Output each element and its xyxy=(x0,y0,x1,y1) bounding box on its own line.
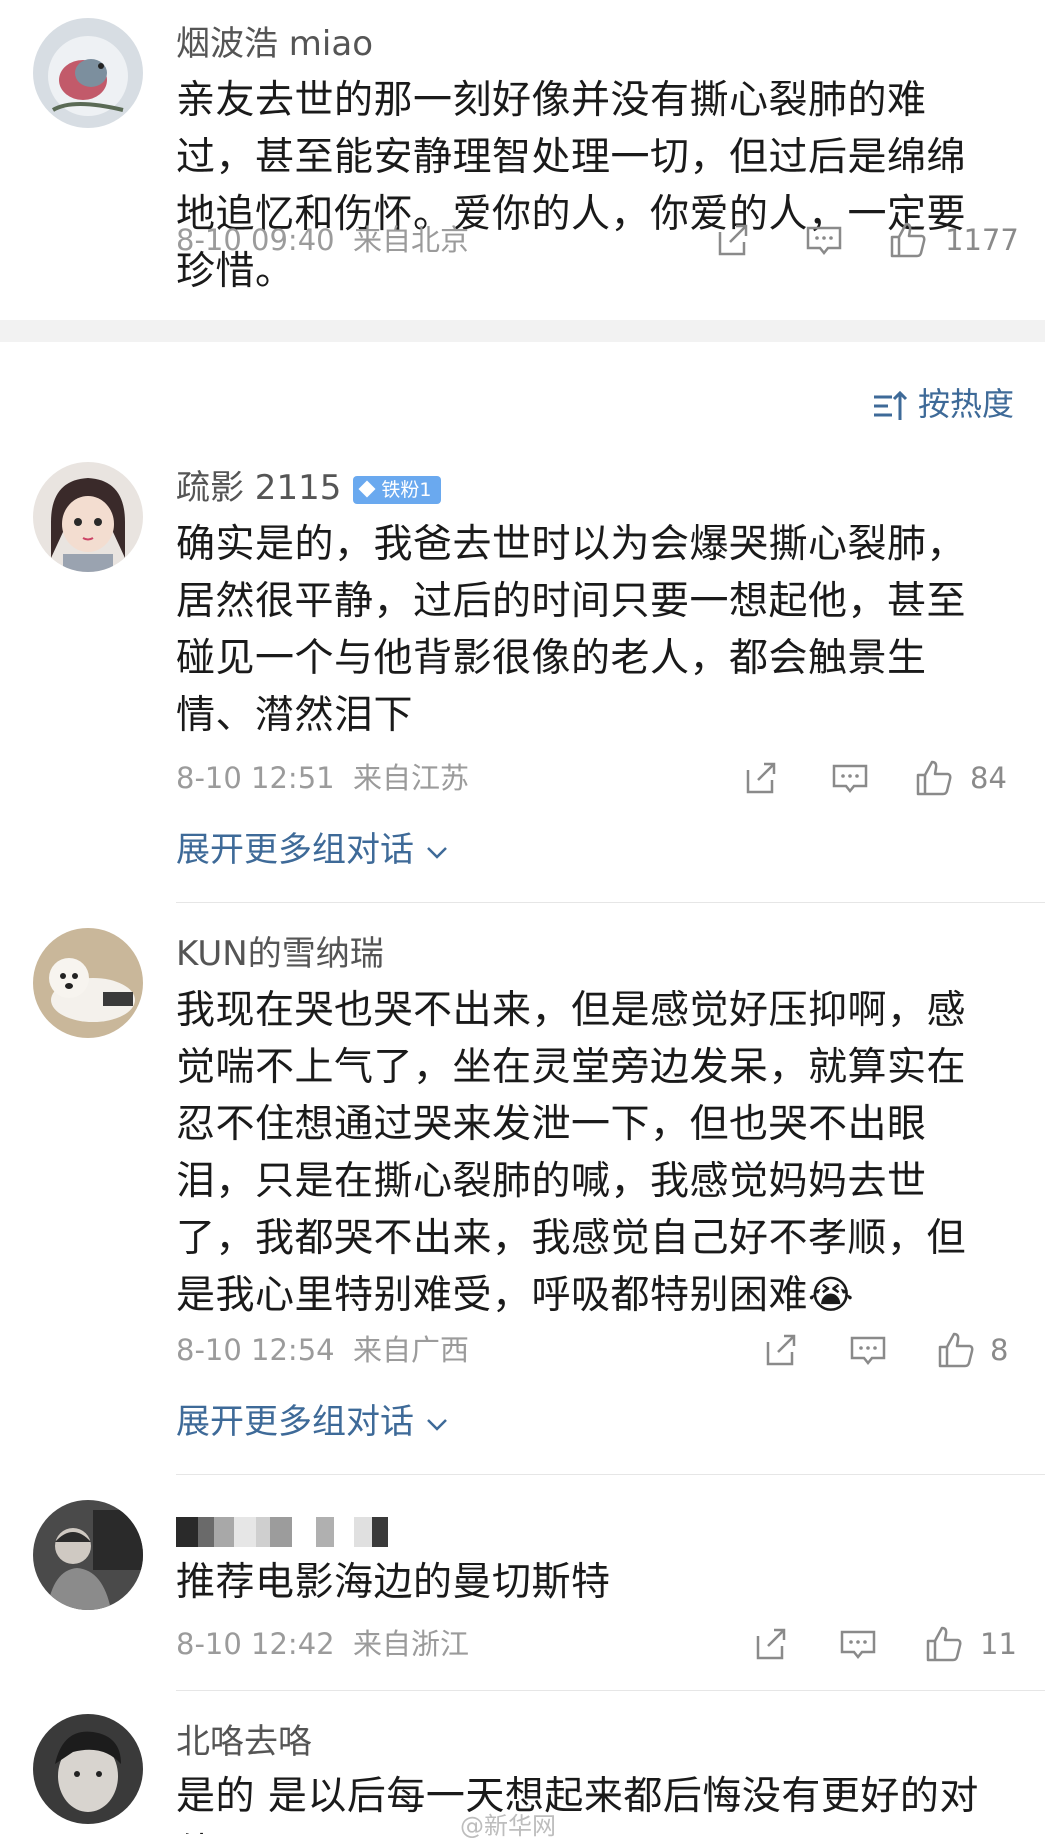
comment-icon[interactable] xyxy=(830,758,870,798)
timestamp: 8-10 09:40 xyxy=(176,223,335,257)
avatar[interactable] xyxy=(33,18,143,128)
user-name-pixelated[interactable] xyxy=(176,1508,388,1552)
timestamp: 8-10 12:42 xyxy=(176,1627,335,1661)
user-name-text: 疏影 2115 xyxy=(176,468,342,508)
avatar[interactable] xyxy=(33,1500,143,1610)
diamond-icon xyxy=(358,480,376,498)
share-icon[interactable] xyxy=(740,758,780,798)
comment-divider xyxy=(176,902,1045,903)
location: 来自北京 xyxy=(353,223,470,257)
avatar[interactable] xyxy=(33,1714,143,1824)
watermark: @新华网 xyxy=(460,1812,556,1840)
share-icon[interactable] xyxy=(760,1330,800,1370)
crying-emoji-icon: 😭 xyxy=(808,1273,855,1318)
chevron-down-icon xyxy=(427,1418,447,1431)
like-count: 11 xyxy=(980,1627,1017,1661)
chevron-down-icon xyxy=(427,846,447,859)
comment-icon[interactable] xyxy=(804,220,844,260)
user-name[interactable]: 疏影 2115 铁粉1 xyxy=(176,466,442,510)
share-icon[interactable] xyxy=(712,220,752,260)
fan-badge: 铁粉1 xyxy=(353,475,442,504)
comment-text-content: 我现在哭也哭不出来，但是感觉好压抑啊，感觉喘不上气了，坐在灵堂旁边发呆，就算实在… xyxy=(176,988,967,1318)
like-icon[interactable] xyxy=(888,220,928,260)
user-name[interactable]: 烟波浩 miao xyxy=(176,22,373,66)
user-name[interactable]: 北咯去咯 xyxy=(176,1720,312,1764)
comment-meta: 8-10 09:40 来自北京 xyxy=(176,220,469,260)
timestamp: 8-10 12:51 xyxy=(176,761,335,795)
like-icon[interactable] xyxy=(936,1330,976,1370)
user-name[interactable]: KUN的雪纳瑞 xyxy=(176,932,384,976)
comment-text: 推荐电影海边的曼切斯特 xyxy=(176,1560,611,1605)
location: 来自广西 xyxy=(353,1333,470,1367)
comment-meta: 8-10 12:54 来自广西 xyxy=(176,1330,469,1370)
timestamp: 8-10 12:54 xyxy=(176,1333,335,1367)
location: 来自浙江 xyxy=(353,1627,470,1661)
comment-text: 亲友去世的那一刻好像并没有撕心裂肺的难过，甚至能安静理智处理一切，但过后是绵绵地… xyxy=(176,78,967,294)
comment-meta: 8-10 12:42 来自浙江 xyxy=(176,1624,469,1664)
avatar[interactable] xyxy=(33,462,143,572)
like-count: 8 xyxy=(990,1333,1009,1367)
expand-label: 展开更多组对话 xyxy=(176,830,414,870)
share-icon[interactable] xyxy=(750,1624,790,1664)
expand-label: 展开更多组对话 xyxy=(176,1402,414,1442)
sort-icon xyxy=(874,390,908,420)
expand-conversation-link[interactable]: 展开更多组对话 xyxy=(176,828,450,872)
section-divider xyxy=(0,320,1045,342)
comment-divider xyxy=(176,1474,1045,1475)
comment-text: 是的 是以后每一天想起来都后悔没有更好的对他 xyxy=(176,1774,979,1834)
comment-icon[interactable] xyxy=(838,1624,878,1664)
comment-text: 我现在哭也哭不出来，但是感觉好压抑啊，感觉喘不上气了，坐在灵堂旁边发呆，就算实在… xyxy=(176,982,996,1324)
like-count: 1177 xyxy=(945,223,1019,257)
sort-toggle[interactable]: 按热度 xyxy=(872,382,1014,426)
comment-divider xyxy=(176,1690,1045,1691)
like-count: 84 xyxy=(970,761,1007,795)
avatar[interactable] xyxy=(33,928,143,1038)
comment-icon[interactable] xyxy=(848,1330,888,1370)
fan-badge-label: 铁粉1 xyxy=(381,478,432,501)
location: 来自江苏 xyxy=(353,761,470,795)
like-icon[interactable] xyxy=(924,1624,964,1664)
comment-text: 确实是的，我爸去世时以为会爆哭撕心裂肺，居然很平静，过后的时间只要一想起他，甚至… xyxy=(176,522,967,738)
comment-meta: 8-10 12:51 来自江苏 xyxy=(176,758,469,798)
sort-label: 按热度 xyxy=(918,385,1015,423)
like-icon[interactable] xyxy=(914,758,954,798)
expand-conversation-link[interactable]: 展开更多组对话 xyxy=(176,1400,450,1444)
